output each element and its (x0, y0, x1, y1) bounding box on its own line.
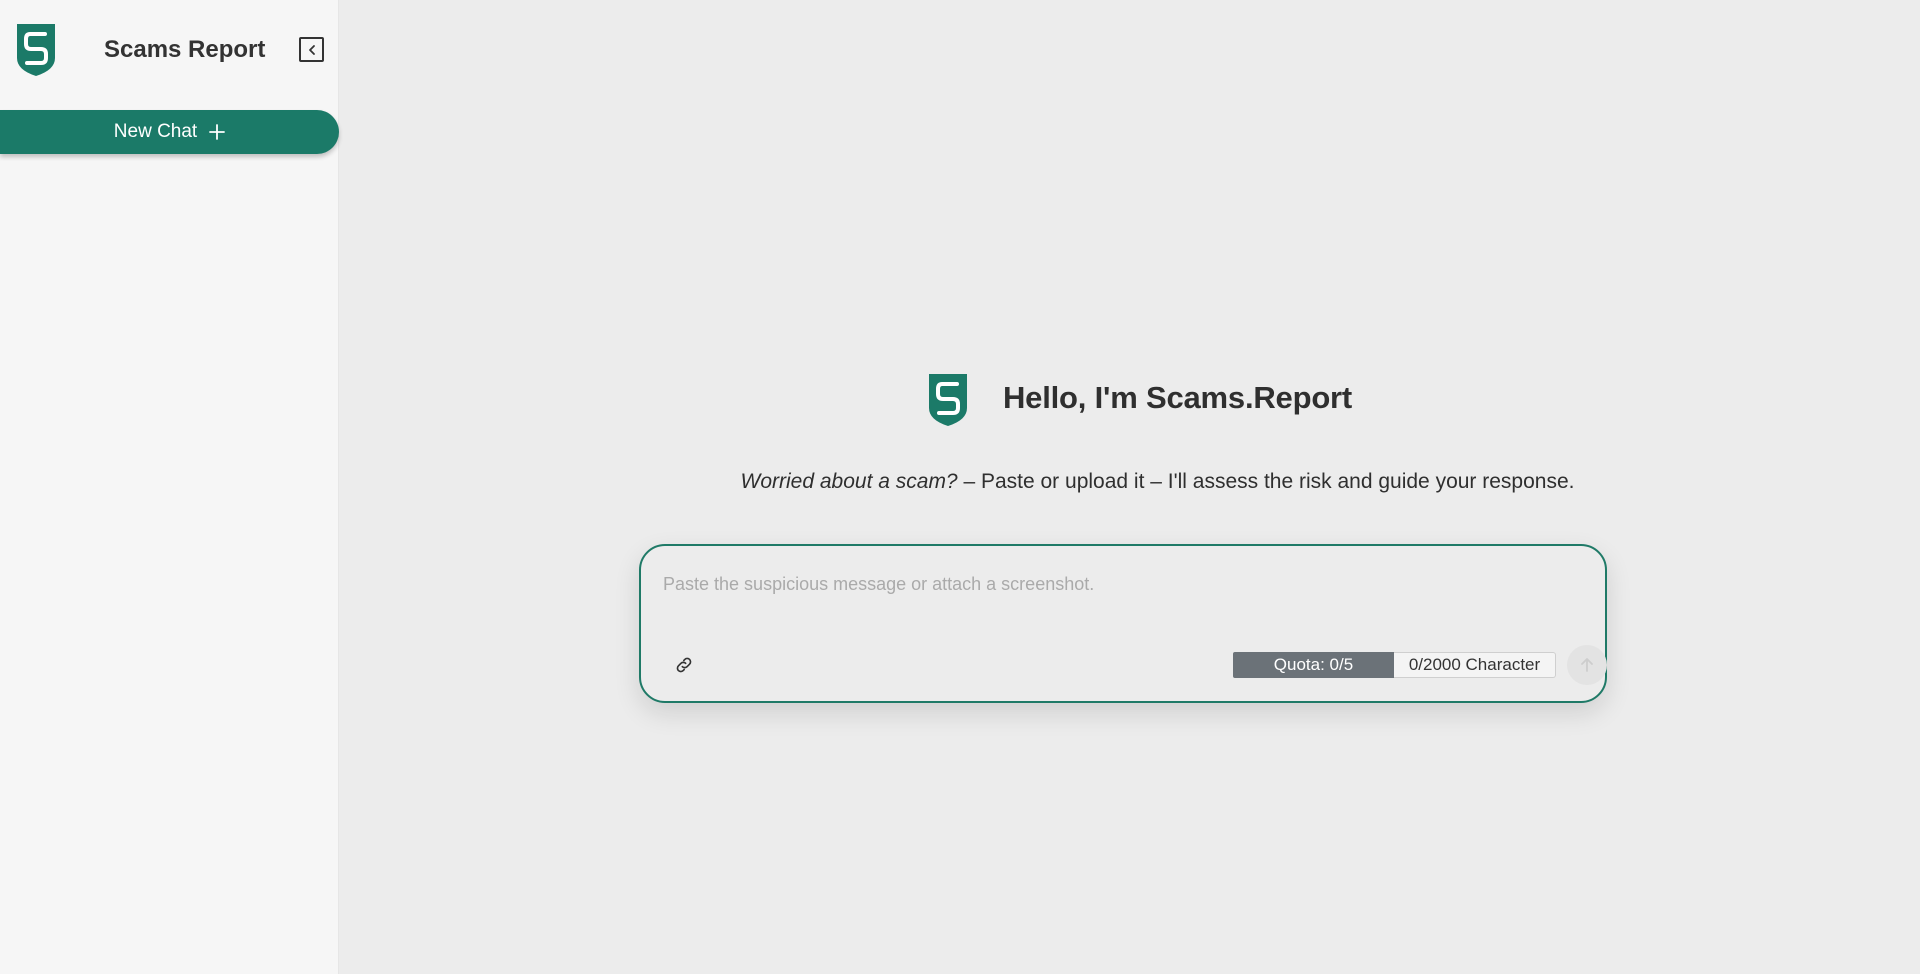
hero-subtitle: Worried about a scam? – Paste or upload … (340, 470, 1920, 494)
message-composer: Quota: 0/5 0/2000 Character (639, 544, 1607, 703)
arrow-up-icon (1578, 656, 1596, 674)
collapse-sidebar-button[interactable] (299, 37, 324, 62)
message-input[interactable] (663, 564, 1563, 604)
brand-logo-icon (17, 24, 55, 76)
hero-logo-icon (929, 374, 967, 426)
hero-subtitle-emphasis: Worried about a scam? (740, 470, 958, 493)
collapse-sidebar-icon (306, 44, 318, 56)
new-chat-label: New Chat (113, 121, 198, 142)
sidebar: Scams Report New Chat (0, 0, 339, 974)
hero-subtitle-text: – Paste or upload it – I'll assess the r… (957, 470, 1575, 493)
main-area: Hello, I'm Scams.Report Worried about a … (340, 0, 1920, 974)
link-icon (674, 655, 694, 675)
app-window: Scams Report New Chat Hello, I'm Scams.R… (0, 0, 1920, 974)
plus-icon (209, 124, 226, 140)
hero-title: Hello, I'm Scams.Report (1003, 380, 1353, 415)
new-chat-button[interactable]: New Chat (0, 110, 339, 154)
attach-button[interactable] (671, 652, 697, 678)
quota-badge: Quota: 0/5 (1233, 652, 1394, 678)
send-button[interactable] (1567, 645, 1607, 685)
brand-title: Scams Report (104, 36, 266, 63)
character-counter: 0/2000 Character (1394, 652, 1556, 678)
